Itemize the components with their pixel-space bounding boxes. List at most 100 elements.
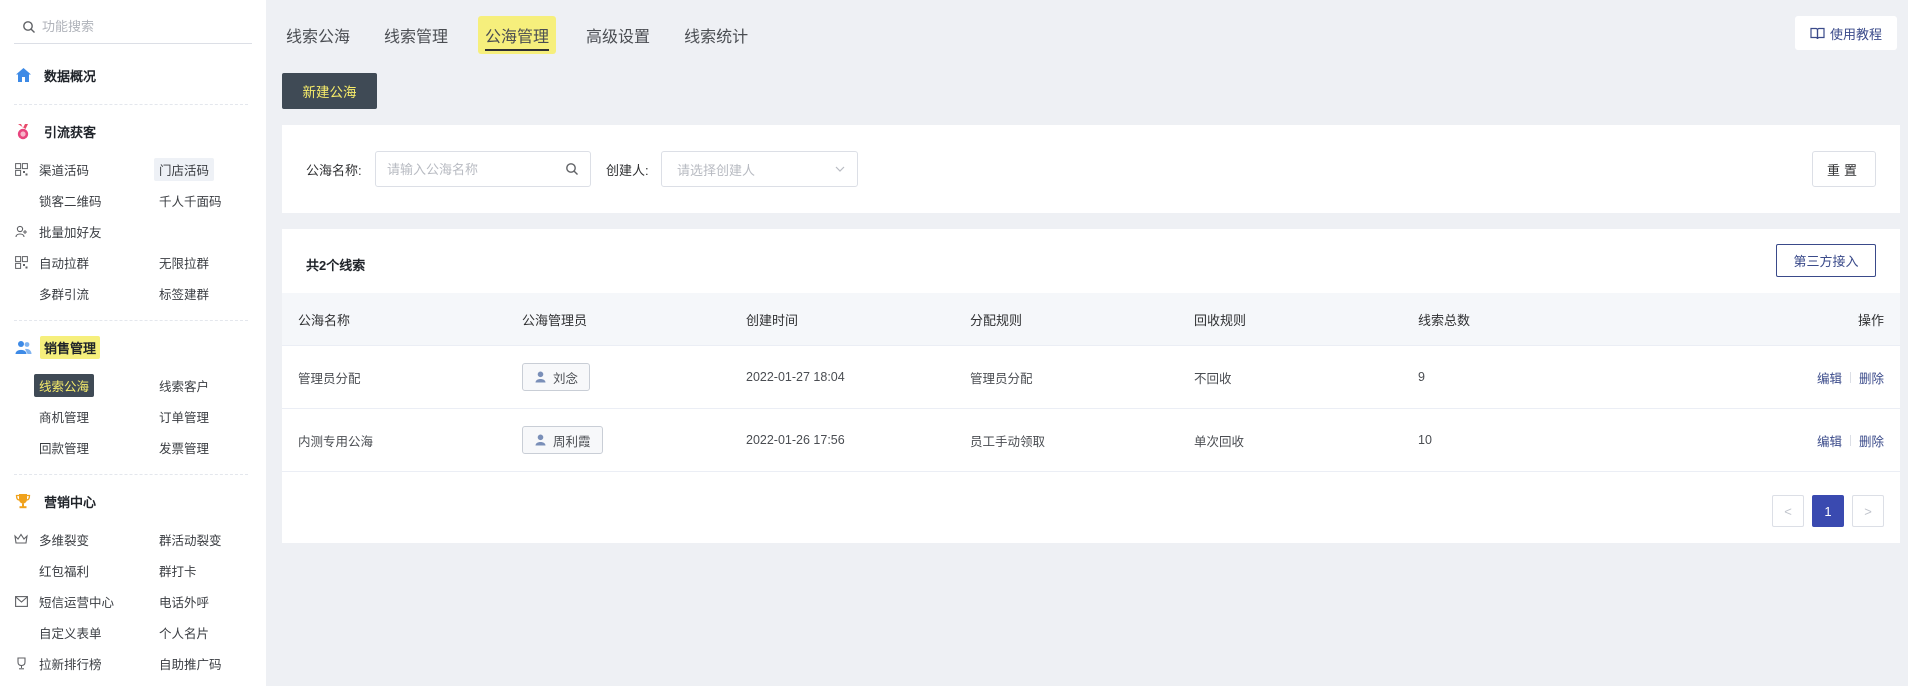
sidebar-item-group-checkin[interactable]: 群打卡 [154,559,202,581]
sidebar-item-unlimited-group[interactable]: 无限拉群 [154,251,214,273]
home-icon [14,66,32,84]
sidebar-item-thousand-faces[interactable]: 千人千面码 [154,189,227,211]
sidebar-item-opportunity[interactable]: 商机管理 [34,405,94,427]
third-party-button[interactable]: 第三方接入 [1776,244,1876,277]
admin-tag: 周利霞 [522,426,603,454]
sidebar-item-lead-customer[interactable]: 线索客户 [154,374,214,396]
function-search [14,10,252,44]
sidebar-item-promo-code[interactable]: 自助推广码 [154,652,227,674]
qrcode-icon [14,255,28,269]
search-icon[interactable] [565,162,579,176]
edit-link[interactable]: 编辑 [1817,368,1842,387]
creator-label: 创建人: [606,163,649,178]
delete-link[interactable]: 删除 [1859,368,1884,387]
pool-name-label: 公海名称: [306,163,362,178]
column-header: 公海管理员 [522,312,588,328]
edit-link[interactable]: 编辑 [1817,431,1842,450]
section-marketing-label: 营销中心 [44,494,97,510]
table-row: 管理员分配 刘念 2022-01-27 18:04 管理员分配 不回收 9 编辑… [282,346,1900,409]
sidebar-item-auto-group[interactable]: 自动拉群 [14,251,94,273]
sidebar-item-custom-form[interactable]: 自定义表单 [34,621,107,643]
chevron-down-icon [835,166,845,172]
tab-advanced-settings[interactable]: 高级设置 [582,16,654,54]
sidebar-item-multi-group[interactable]: 多群引流 [34,282,94,304]
reset-button[interactable]: 重置 [1812,151,1876,187]
users-icon [14,338,32,356]
sidebar-divider [14,474,248,475]
sidebar-item-lead-pool[interactable]: 线索公海 [34,373,95,397]
column-header: 操作 [1857,312,1884,328]
sidebar-item-sms-center[interactable]: 短信运营中心 [14,590,119,612]
admin-name: 周利霞 [553,434,591,449]
sidebar: 数据概况 引流获客 渠道活码 门店活码 锁客二维码 千人千面码 批量加好友 自动… [0,0,266,686]
page-button-current[interactable]: 1 [1812,495,1844,527]
column-header: 线索总数 [1418,312,1471,328]
admin-cell: 周利霞 [522,409,603,471]
section-sales: 销售管理 [14,335,101,359]
sidebar-item-phone-call[interactable]: 电话外呼 [154,590,214,612]
tab-pool-management[interactable]: 公海管理 [478,16,557,54]
creator-select-placeholder: 请选择创建人 [677,162,756,178]
sidebar-item-business-card[interactable]: 个人名片 [154,621,214,643]
table-header: 公海名称 公海管理员 创建时间 分配规则 回收规则 线索总数 操作 [282,293,1900,346]
sidebar-item-lock-qr[interactable]: 锁客二维码 [34,189,107,211]
tab-lead-pool[interactable]: 线索公海 [282,16,354,54]
column-header: 分配规则 [970,312,1023,328]
next-page-button[interactable]: > [1852,495,1884,527]
delete-link[interactable]: 删除 [1859,431,1884,450]
admin-name: 刘念 [553,371,579,386]
sidebar-item-channel-code[interactable]: 渠道活码 [14,158,94,180]
tutorial-button[interactable]: 使用教程 [1795,16,1897,50]
sidebar-item-tag-group[interactable]: 标签建群 [154,282,214,304]
recycle-rule-cell: 单次回收 [1194,434,1245,449]
new-pool-button[interactable]: 新建公海 [282,73,377,109]
prev-page-button[interactable]: < [1772,495,1804,527]
sidebar-item-group-fission[interactable]: 群活动裂变 [154,528,227,550]
tab-lead-management[interactable]: 线索管理 [380,16,452,54]
function-search-input[interactable] [42,19,232,34]
user-icon [535,371,546,383]
section-traffic-label: 引流获客 [44,124,97,140]
lead-count-cell: 9 [1418,370,1425,384]
sidebar-item-batch-friends[interactable]: 批量加好友 [14,220,107,242]
user-icon [535,434,546,446]
add-friend-icon [14,224,28,238]
sidebar-item-ranking[interactable]: 拉新排行榜 [14,652,107,674]
column-header: 公海名称 [298,312,351,328]
created-time-cell: 2022-01-26 17:56 [746,433,845,447]
tab-lead-statistics[interactable]: 线索统计 [680,16,752,54]
filter-card: 公海名称: 创建人: 请选择创建人 重置 [282,125,1900,213]
total-count: 共2个线索 [306,258,366,273]
section-overview-label: 数据概况 [44,68,97,84]
pool-name-field [375,151,591,187]
admin-tag: 刘念 [522,363,591,391]
section-marketing: 营销中心 [14,489,100,513]
sidebar-item-order[interactable]: 订单管理 [154,405,214,427]
pool-name-input[interactable] [387,161,557,177]
action-separator [1849,434,1851,446]
section-overview[interactable]: 数据概况 [14,63,100,87]
pool-name-cell: 管理员分配 [298,371,361,386]
trophy-icon [14,492,32,510]
column-header: 创建时间 [746,312,799,328]
assign-rule-cell: 管理员分配 [970,371,1033,386]
admin-cell: 刘念 [522,346,591,408]
assign-rule-cell: 员工手动领取 [970,434,1046,449]
sidebar-item-store-code[interactable]: 门店活码 [154,157,215,181]
medal-icon [14,122,32,140]
table-card: 共2个线索 第三方接入 公海名称 公海管理员 创建时间 分配规则 回收规则 线索… [282,229,1900,543]
section-traffic: 引流获客 [14,119,100,143]
column-header: 回收规则 [1194,312,1247,328]
qrcode-icon [14,162,28,176]
sidebar-item-invoice[interactable]: 发票管理 [154,436,214,458]
actions-cell: 编辑 删除 [1817,409,1884,471]
creator-select[interactable]: 请选择创建人 [661,151,858,187]
recycle-rule-cell: 不回收 [1194,371,1232,386]
sidebar-divider [14,320,248,321]
sidebar-item-red-packet[interactable]: 红包福利 [34,559,94,581]
sidebar-item-multi-fission[interactable]: 多维裂变 [14,528,94,550]
search-icon [23,20,35,33]
sidebar-item-payment[interactable]: 回款管理 [34,436,94,458]
action-separator [1849,371,1851,383]
section-sales-label: 销售管理 [40,335,101,359]
